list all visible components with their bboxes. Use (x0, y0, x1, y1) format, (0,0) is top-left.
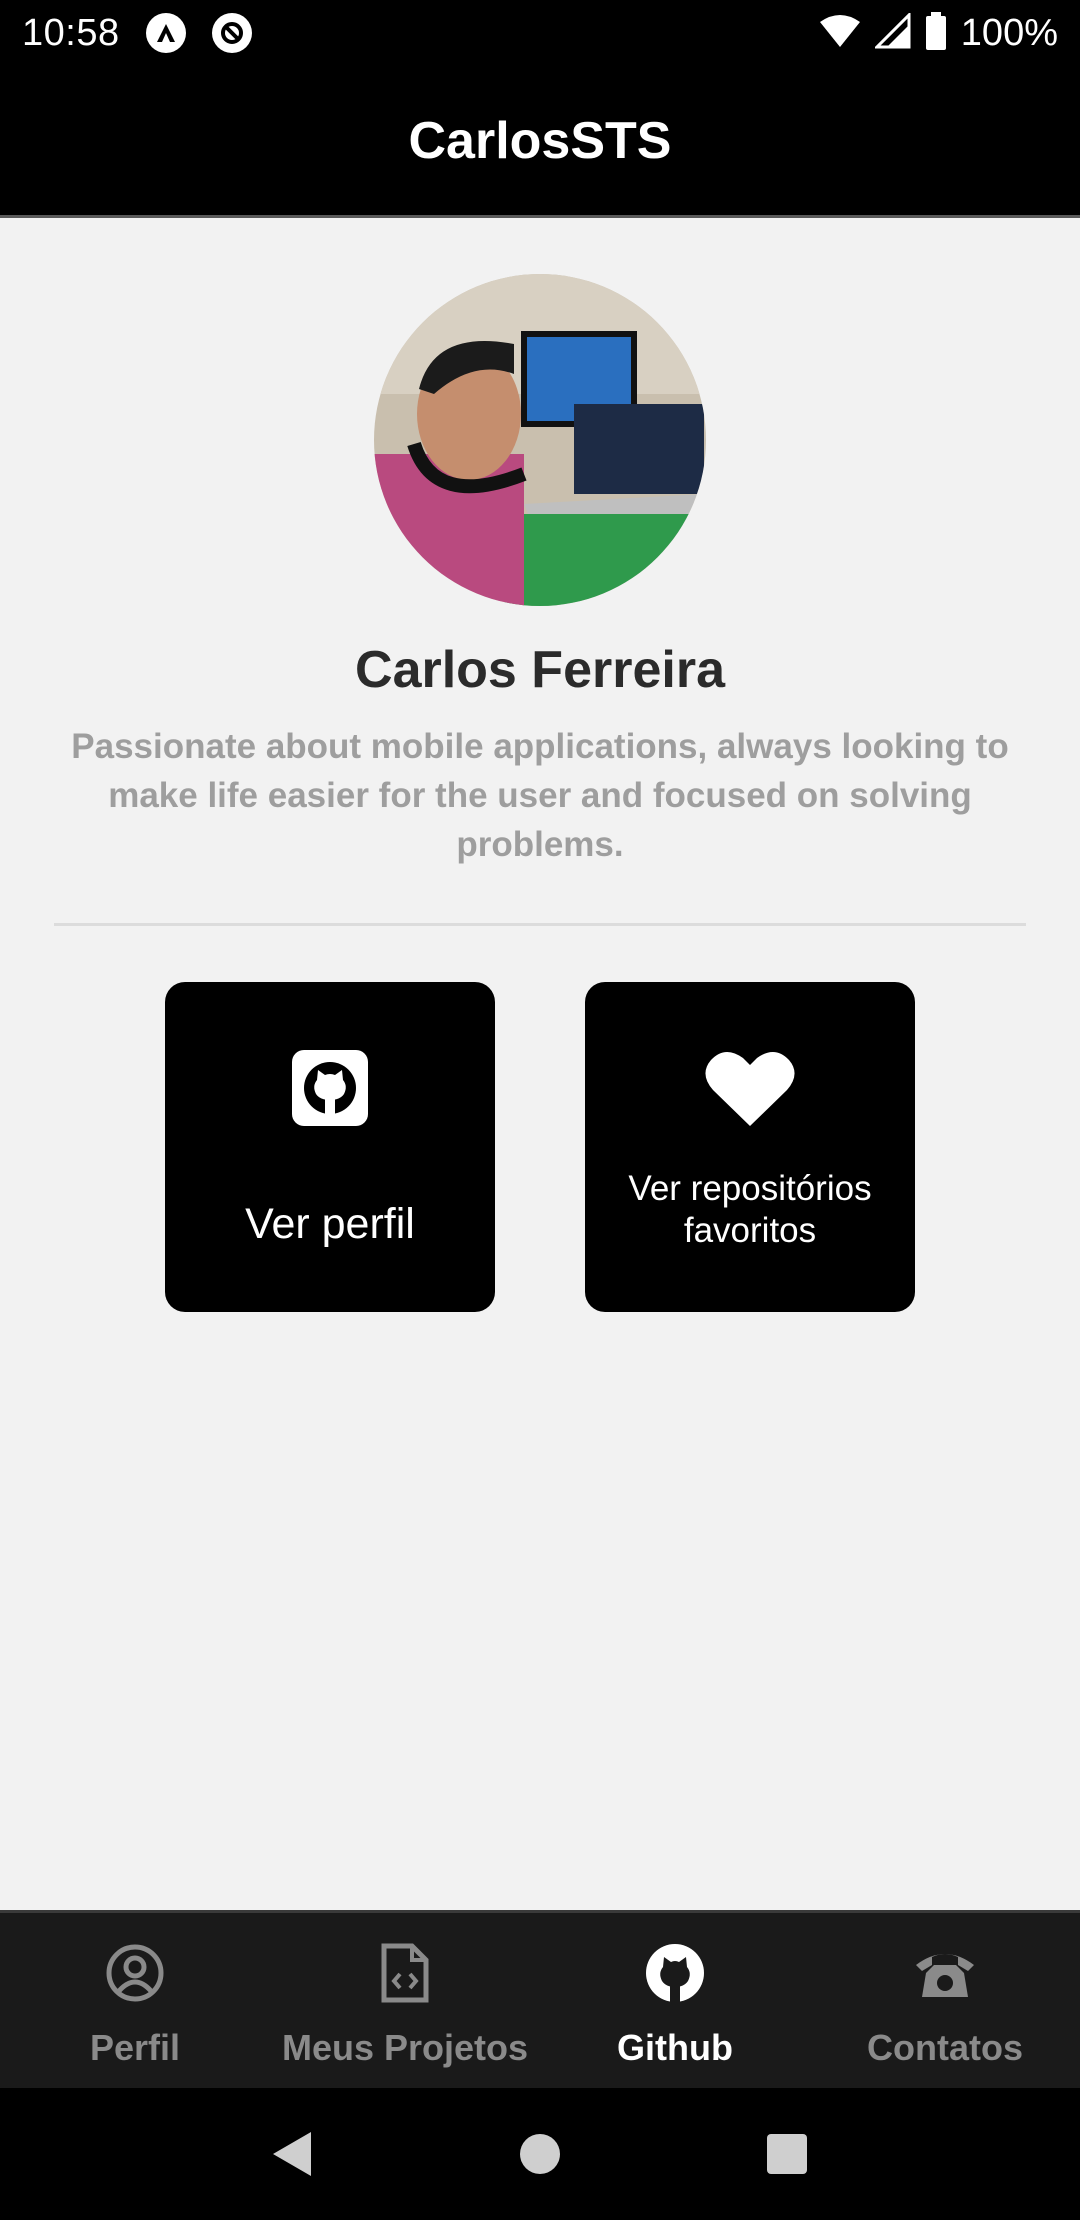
view-profile-button[interactable]: Ver perfil (165, 982, 495, 1312)
profile-bio: Passionate about mobile applications, al… (71, 727, 1009, 864)
wifi-icon (819, 14, 861, 53)
recents-icon[interactable] (747, 2114, 827, 2194)
user-circle-icon (105, 1941, 165, 2005)
nav-label-meus-projetos: Meus Projetos (281, 2027, 529, 2068)
signal-icon (873, 10, 911, 54)
battery-percentage: 100% (960, 11, 1058, 54)
nav-item-github[interactable]: Github (540, 1913, 810, 2088)
screen: 10:58 100% CarlosSTS Carlos Ferreira Pas… (0, 0, 1080, 2220)
favorite-repos-button[interactable]: Ver repositórios favoritos (585, 982, 915, 1312)
code-file-icon (380, 1941, 430, 2005)
battery-icon (925, 11, 947, 55)
bottom-nav: Perfil Meus Projetos Github Contatos (0, 1910, 1080, 2088)
favorite-repos-label: Ver repositórios favoritos (628, 1169, 872, 1250)
home-icon[interactable] (500, 2114, 580, 2194)
status-bar: 10:58 100% (0, 0, 1080, 66)
divider (54, 923, 1026, 926)
github-icon (292, 1050, 368, 1131)
app-header: CarlosSTS (0, 66, 1080, 218)
view-profile-label: Ver perfil (245, 1200, 415, 1248)
github-icon (645, 1941, 705, 2005)
phone-icon (912, 1941, 978, 2005)
status-left: 10:58 (22, 12, 252, 55)
nav-label-contatos: Contatos (867, 2027, 1023, 2068)
nav-item-meus-projetos[interactable]: Meus Projetos (270, 1913, 540, 2088)
nav-item-perfil[interactable]: Perfil (0, 1913, 270, 2088)
heart-icon (705, 1048, 795, 1133)
back-icon[interactable] (253, 2114, 333, 2194)
app-title: CarlosSTS (408, 111, 672, 170)
status-right: 100% (819, 10, 1058, 55)
notification-at-icon (211, 13, 252, 53)
notification-a-icon (145, 13, 186, 53)
system-nav-bar (0, 2088, 1080, 2220)
profile-name: Carlos Ferreira (355, 641, 725, 699)
nav-label-github: Github (617, 2027, 733, 2068)
nav-item-contatos[interactable]: Contatos (810, 1913, 1080, 2088)
status-time: 10:58 (22, 11, 120, 54)
nav-label-perfil: Perfil (89, 2027, 181, 2068)
avatar (374, 274, 706, 606)
